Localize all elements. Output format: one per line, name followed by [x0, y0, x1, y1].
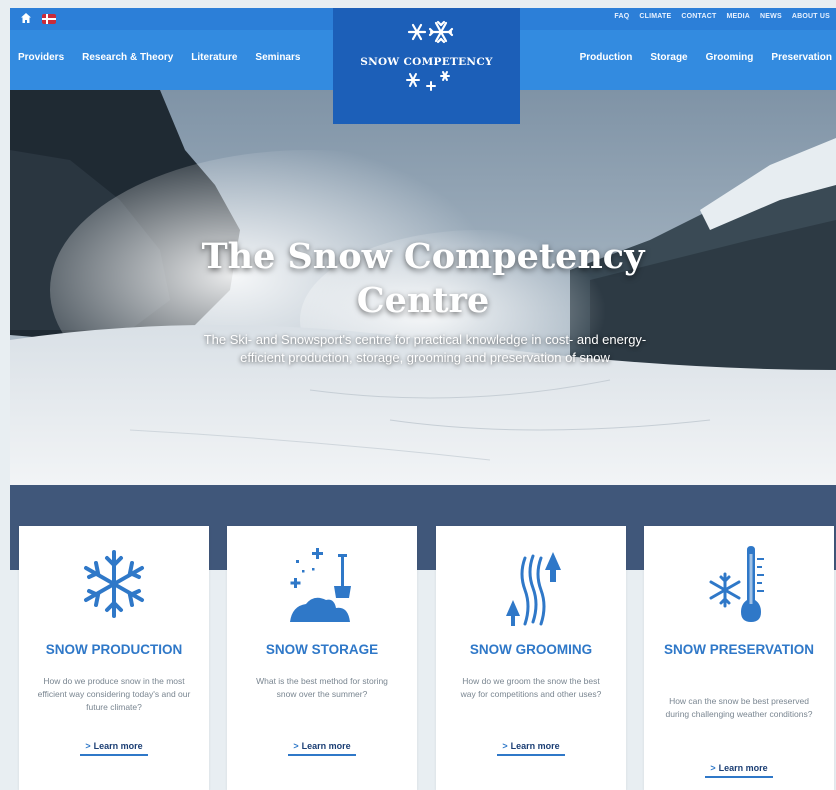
nav-item-production[interactable]: Production [580, 52, 633, 63]
logo-snowflakes-top-icon [407, 20, 453, 44]
site-logo[interactable]: SNOW COMPETENCY [333, 8, 520, 124]
learn-more-link[interactable]: > Learn more [19, 741, 209, 756]
learn-more-link[interactable]: > Learn more [227, 741, 417, 756]
nav-left-group: Providers Research & Theory Literature S… [18, 52, 300, 63]
card-title: SNOW PRODUCTION [45, 642, 183, 657]
card-description: What is the best method for storing snow… [256, 676, 388, 699]
logo-text: SNOW COMPETENCY [360, 56, 493, 68]
topbar-link-climate[interactable]: CLIMATE [639, 13, 671, 20]
nav-item-grooming[interactable]: Grooming [706, 52, 754, 63]
hero-title-line-2: Centre [356, 280, 490, 321]
snow-storage-icon [290, 548, 351, 622]
card-snow-preservation[interactable]: SNOW PRESERVATION How can the snow be be… [644, 526, 834, 790]
snow-grooming-icon [506, 552, 561, 626]
topbar-left [20, 12, 56, 24]
hero-title: The Snow Competency Centre [10, 235, 836, 323]
learn-more-link[interactable]: > Learn more [436, 741, 626, 756]
topbar-links: FAQ CLIMATE CONTACT MEDIA NEWS ABOUT US [614, 13, 830, 20]
card-snow-grooming[interactable]: SNOW GROOMING How do we groom the snow t… [436, 526, 626, 790]
hero-title-line-1: The Snow Competency [201, 236, 645, 277]
home-icon[interactable] [20, 12, 32, 24]
topbar-link-contact[interactable]: CONTACT [681, 13, 716, 20]
topbar-link-about-us[interactable]: ABOUT US [792, 13, 830, 20]
card-snow-production[interactable]: SNOW PRODUCTION How do we produce snow i… [19, 526, 209, 790]
nav-item-providers[interactable]: Providers [18, 52, 64, 63]
language-flag-icon[interactable] [42, 13, 56, 24]
card-description: How do we groom the snow the best way fo… [460, 676, 602, 699]
card-title: SNOW GROOMING [469, 642, 593, 657]
card-title: SNOW STORAGE [265, 642, 379, 657]
card-description: How can the snow be best preserved durin… [665, 696, 813, 719]
card-description: How do we produce snow in the most effic… [37, 676, 191, 712]
nav-item-preservation[interactable]: Preservation [771, 52, 832, 63]
learn-more-link[interactable]: > Learn more [644, 763, 834, 778]
nav-right-group: Production Storage Grooming Preservation [580, 52, 832, 63]
topbar-link-media[interactable]: MEDIA [726, 13, 750, 20]
snowflake-icon [84, 550, 144, 618]
logo-snowflakes-bottom-icon [405, 71, 450, 91]
chevron-right-icon: > [710, 763, 716, 773]
card-title: SNOW PRESERVATION [663, 642, 815, 657]
card-snow-storage[interactable]: SNOW STORAGE What is the best method for… [227, 526, 417, 790]
nav-item-storage[interactable]: Storage [650, 52, 687, 63]
nav-item-literature[interactable]: Literature [191, 52, 237, 63]
hero-subtitle: The Ski- and Snowsport's centre for prac… [203, 332, 647, 365]
topbar-link-news[interactable]: NEWS [760, 13, 782, 20]
topbar-link-faq[interactable]: FAQ [614, 13, 629, 20]
snow-preservation-icon [709, 546, 764, 622]
nav-item-research-theory[interactable]: Research & Theory [82, 52, 173, 63]
chevron-right-icon: > [85, 741, 91, 751]
nav-item-seminars[interactable]: Seminars [255, 52, 300, 63]
hero-banner: The Snow Competency Centre The Ski- and … [10, 90, 836, 485]
chevron-right-icon: > [293, 741, 299, 751]
chevron-right-icon: > [502, 741, 508, 751]
